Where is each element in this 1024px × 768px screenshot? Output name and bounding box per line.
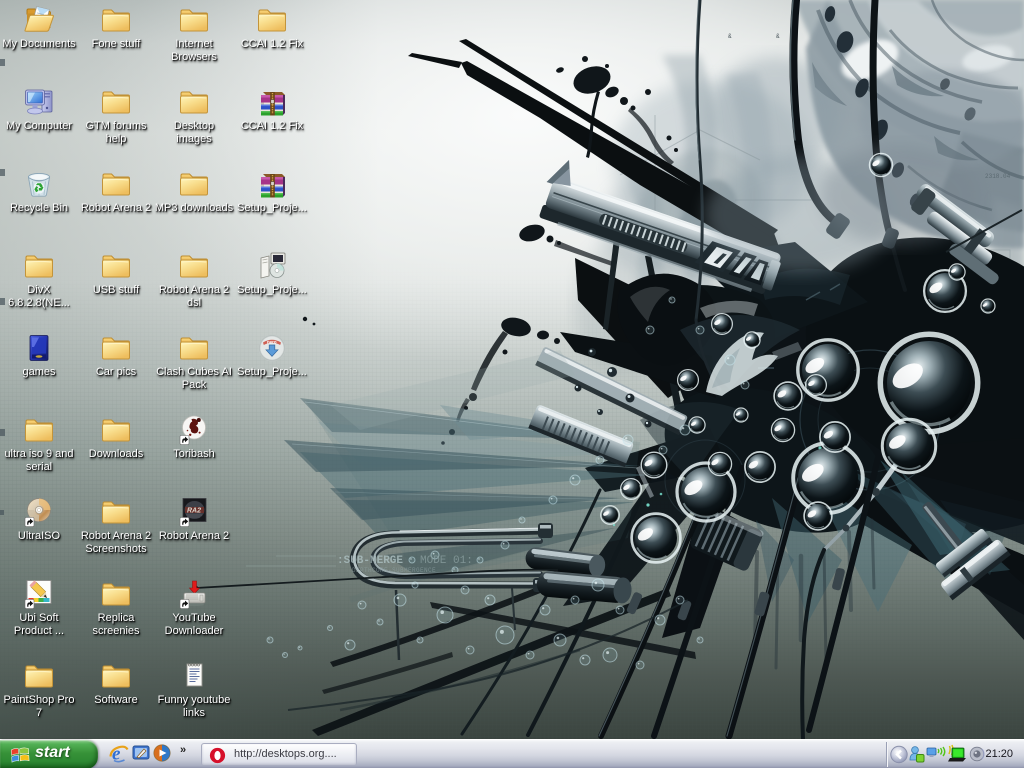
svg-text::SUB-MERGE: :SUB-MERGE (337, 555, 403, 567)
svg-text:&: & (776, 33, 780, 40)
svg-text:MODE 01:: MODE 01: (420, 555, 473, 567)
svg-text:»: » (180, 744, 186, 756)
svg-text:DEPTHCORE-SUBMERGENCE: DEPTHCORE-SUBMERGENCE (352, 567, 436, 574)
svg-text:2318.04: 2318.04 (985, 173, 1011, 180)
svg-text:&: & (728, 33, 732, 40)
